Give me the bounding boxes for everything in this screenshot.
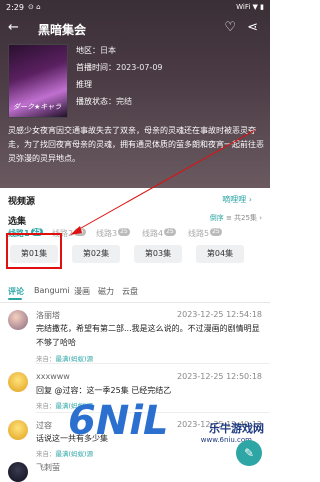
comment-text: 回复 @过容：这一季25集 已经完结乙 xyxy=(36,386,172,395)
comment-item: 飞刺萤 xyxy=(0,462,270,482)
comment-author[interactable]: 过容 xyxy=(36,420,52,431)
tab-underline xyxy=(8,298,22,300)
avatar[interactable] xyxy=(8,462,28,482)
divider xyxy=(36,363,270,364)
comment-date: 2023-12-25 12:54:18 xyxy=(177,310,262,319)
watermark-brand: 乐牛游戏网 xyxy=(209,422,264,435)
tab-bangumi[interactable]: Bangumi xyxy=(34,286,70,295)
tab-magnet[interactable]: 磁力 xyxy=(98,286,114,297)
avatar[interactable] xyxy=(8,310,28,330)
comment-text: 完结撒花，希望有第二部...我是这么说的。不过漫画的剧情明显不够了哈哈 xyxy=(36,324,260,347)
comment-author[interactable]: 飞刺萤 xyxy=(36,462,60,473)
comment-item: 洛丽塔 2023-12-25 12:54:18 完结撒花，希望有第二部...我是… xyxy=(0,310,270,363)
comment-author[interactable]: xxxwww xyxy=(36,372,70,381)
tab-cloud[interactable]: 云盘 xyxy=(122,286,138,297)
comment-source: 来自：最满(蚂蚁)源 xyxy=(36,450,94,458)
tab-manga[interactable]: 漫画 xyxy=(74,286,90,297)
watermark-logo: 6NiL xyxy=(68,398,169,444)
comment-author[interactable]: 洛丽塔 xyxy=(36,310,60,321)
content-tabs: 评论 Bangumi 漫画 磁力 云盘 xyxy=(0,284,270,303)
avatar[interactable] xyxy=(8,372,28,392)
edit-icon: ✎ xyxy=(243,446,255,460)
floating-edit-button[interactable]: ✎ xyxy=(236,440,262,466)
comment-source: 来自：最满(蚂蚁)源 xyxy=(36,355,94,363)
comment-date: 2023-12-25 12:50:18 xyxy=(177,372,262,381)
tab-comments[interactable]: 评论 xyxy=(8,286,24,297)
avatar[interactable] xyxy=(8,420,28,440)
